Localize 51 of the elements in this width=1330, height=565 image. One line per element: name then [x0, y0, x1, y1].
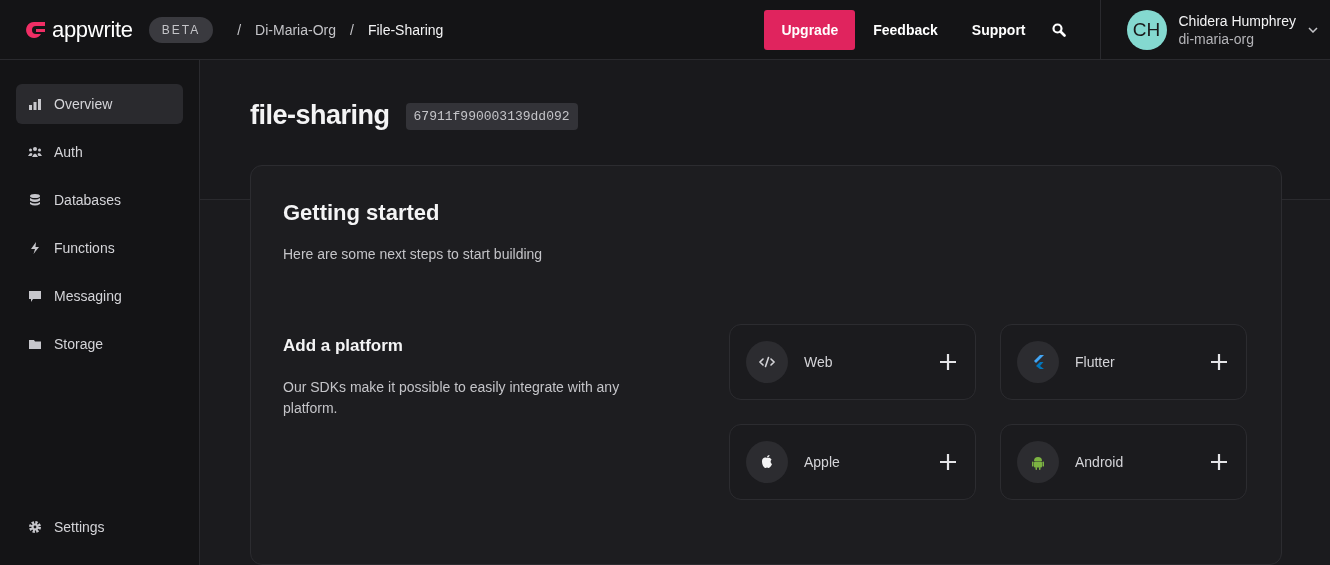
- user-avatar[interactable]: CH: [1126, 9, 1167, 50]
- platform-label: Android: [1075, 454, 1125, 470]
- flutter-icon: [1017, 341, 1059, 383]
- apple-icon: [746, 441, 788, 483]
- sidebar-item[interactable]: Settings: [16, 507, 183, 547]
- plus-icon[interactable]: [1210, 353, 1228, 371]
- beta-badge: BETA: [148, 16, 214, 43]
- upgrade-button[interactable]: Upgrade: [764, 9, 856, 50]
- auth-icon: [28, 145, 42, 159]
- platform-card[interactable]: Android: [1000, 424, 1247, 500]
- logo-text: appwrite: [52, 16, 133, 43]
- breadcrumb-link[interactable]: Di-Maria-Org: [255, 21, 336, 38]
- platform-card[interactable]: Web: [729, 324, 976, 400]
- databases-icon: [28, 193, 42, 207]
- platform-label: Apple: [804, 454, 841, 470]
- header-link[interactable]: Feedback: [873, 21, 954, 38]
- project-id[interactable]: 67911f990003139dd092: [405, 103, 578, 130]
- platform-card[interactable]: Flutter: [1000, 324, 1247, 400]
- settings-icon: [28, 520, 42, 534]
- storage-icon: [28, 337, 42, 351]
- overview-icon: [28, 97, 42, 111]
- plus-icon[interactable]: [1210, 453, 1228, 471]
- section-description: Our SDKs make it possible to easily integrate with any platform.: [283, 378, 621, 418]
- platform-card[interactable]: Apple: [729, 424, 976, 500]
- header-link[interactable]: Support: [971, 21, 1042, 38]
- breadcrumb-separator: /: [350, 21, 354, 38]
- logo-icon: [24, 19, 46, 40]
- sidebar-item[interactable]: Storage: [16, 324, 183, 364]
- breadcrumb-link[interactable]: File-Sharing: [367, 21, 444, 38]
- breadcrumb-separator: /: [237, 21, 242, 38]
- section-title: Add a platform: [283, 336, 404, 356]
- platform-label: Web: [804, 354, 834, 370]
- card-subtitle: Here are some next steps to start building: [283, 246, 544, 262]
- functions-icon: [28, 241, 42, 255]
- project-title: file-sharing: [250, 100, 390, 131]
- sidebar-item[interactable]: Databases: [16, 180, 183, 220]
- card-title: Getting started: [283, 200, 441, 226]
- user-name: Chidera Humphrey: [1178, 12, 1296, 29]
- messaging-icon: [28, 289, 42, 303]
- platform-label: Flutter: [1075, 354, 1116, 370]
- search-icon[interactable]: [1051, 22, 1066, 37]
- android-icon: [1017, 441, 1059, 483]
- plus-icon[interactable]: [939, 353, 957, 371]
- sidebar-item[interactable]: Overview: [16, 84, 183, 124]
- plus-icon[interactable]: [939, 453, 957, 471]
- org-name: di-maria-org: [1178, 30, 1255, 47]
- sidebar-item[interactable]: Messaging: [16, 276, 183, 316]
- web-icon: [746, 341, 788, 383]
- sidebar-item[interactable]: Auth: [16, 132, 183, 172]
- chevron-down-icon[interactable]: [1308, 26, 1318, 33]
- sidebar-item[interactable]: Functions: [16, 228, 183, 268]
